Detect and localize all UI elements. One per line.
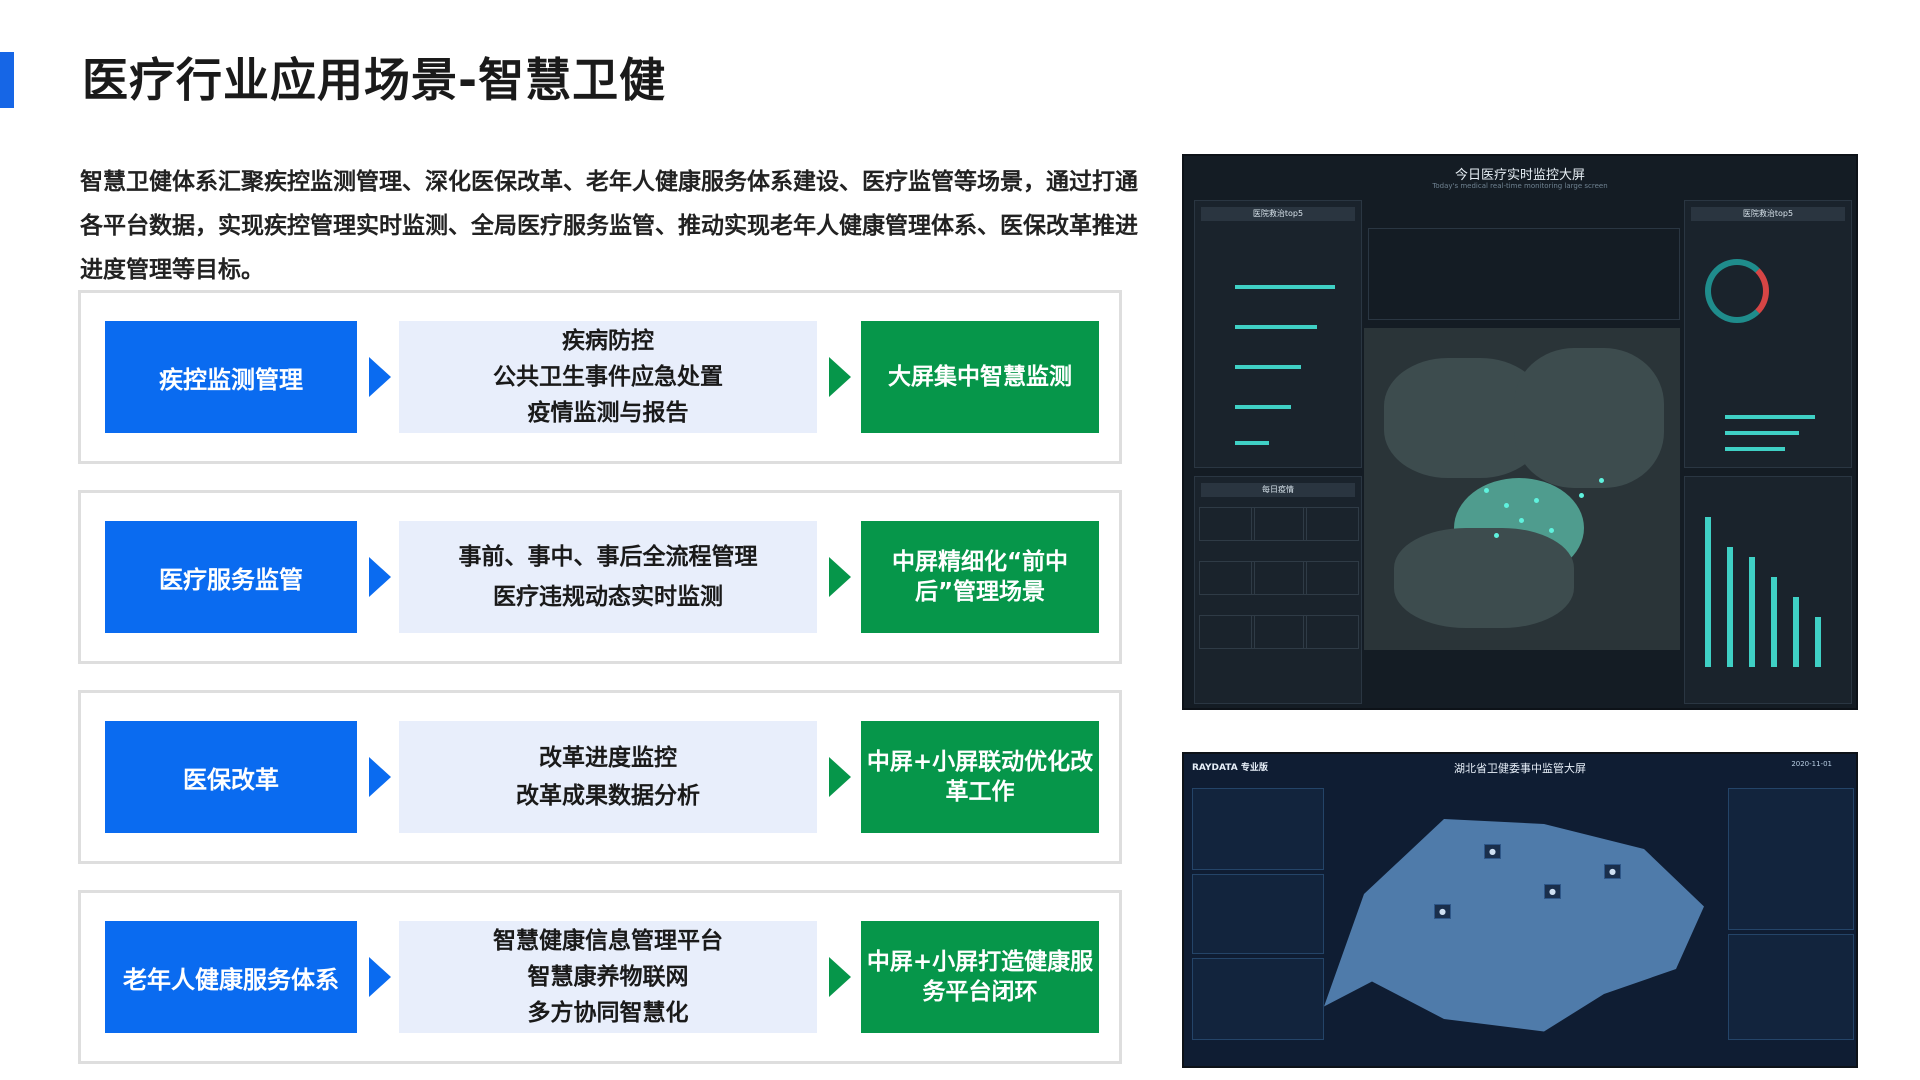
- dashboard-screenshot-supervision: RAYDATA 专业版 湖北省卫健委事中监管大屏 2020-11-01 ● ● …: [1182, 752, 1858, 1068]
- right-bar-panel: [1684, 476, 1852, 704]
- map-pin-icon: [1484, 488, 1489, 493]
- scenario-name-box: 疾控监测管理: [105, 321, 357, 433]
- arrow-right-icon: [369, 957, 391, 997]
- detail-line: 多方协同智慧化: [527, 1000, 689, 1026]
- scenario-row-1: 疾控监测管理 疾病防控 公共卫生事件应急处置 疫情监测与报告 大屏集中智慧监测: [78, 290, 1122, 464]
- arrow-right-icon: [369, 757, 391, 797]
- dashboard-title: 湖北省卫健委事中监管大屏: [1454, 762, 1586, 775]
- stat-tile: [1199, 615, 1255, 649]
- stat-tile: [1199, 507, 1255, 541]
- map-marker-icon: ●: [1484, 844, 1501, 859]
- bar-mark: [1235, 441, 1269, 445]
- daily-stats-panel: 每日疫情: [1194, 476, 1362, 704]
- bar-mark: [1725, 415, 1815, 419]
- arrow-right-icon: [369, 557, 391, 597]
- stat-tile: [1303, 615, 1359, 649]
- scenario-row-2: 医疗服务监管 事前、事中、事后全流程管理 医疗违规动态实时监测 中屏精细化“前中…: [78, 490, 1122, 664]
- detail-line: 改革成果数据分析: [516, 783, 700, 809]
- detail-line: 事前、事中、事后全流程管理: [458, 544, 758, 570]
- bar-mark: [1235, 325, 1317, 329]
- detail-line: 智慧康养物联网: [527, 964, 689, 990]
- left-chart-panel: 医院救治top5: [1194, 200, 1362, 468]
- arrow-right-icon: [829, 757, 851, 797]
- map-pin-icon: [1519, 518, 1524, 523]
- bar-mark: [1235, 405, 1291, 409]
- detail-line: 疫情监测与报告: [527, 400, 689, 426]
- bar-mark: [1235, 285, 1335, 289]
- scenario-result-box: 大屏集中智慧监测: [861, 321, 1099, 433]
- scenario-result-box: 中屏+小屏联动优化改革工作: [861, 721, 1099, 833]
- bar-mark: [1725, 431, 1799, 435]
- map-marker-icon: ●: [1544, 884, 1561, 899]
- scenario-detail-box: 智慧健康信息管理平台 智慧康养物联网 多方协同智慧化: [399, 921, 817, 1033]
- scenario-row-3: 医保改革 改革进度监控 改革成果数据分析 中屏+小屏联动优化改革工作: [78, 690, 1122, 864]
- map-marker-icon: ●: [1434, 904, 1451, 919]
- map-pin-icon: [1534, 498, 1539, 503]
- arrow-right-icon: [829, 557, 851, 597]
- map-pin-icon: [1504, 503, 1509, 508]
- panel-header: 每日疫情: [1201, 483, 1355, 497]
- map-region: [1394, 528, 1574, 628]
- province-map: [1324, 819, 1704, 1032]
- detail-line: 疾病防控: [562, 328, 654, 354]
- map-marker-icon: ●: [1604, 864, 1621, 879]
- arrow-right-icon: [829, 357, 851, 397]
- stat-tile: [1303, 507, 1359, 541]
- map-pin-icon: [1579, 493, 1584, 498]
- scenario-detail-box: 改革进度监控 改革成果数据分析: [399, 721, 817, 833]
- scenario-row-4: 老年人健康服务体系 智慧健康信息管理平台 智慧康养物联网 多方协同智慧化 中屏+…: [78, 890, 1122, 1064]
- panel-header: 医院救治top5: [1201, 207, 1355, 221]
- dashboard-subtitle: Today's medical real-time monitoring lar…: [1432, 182, 1608, 190]
- donut-panel: [1192, 958, 1324, 1040]
- table-panel: [1728, 788, 1854, 930]
- bar-mark: [1705, 517, 1711, 667]
- stat-tile: [1251, 561, 1307, 595]
- detail-line: 医疗违规动态实时监测: [493, 584, 723, 610]
- date-readout: 2020-11-01: [1791, 760, 1832, 768]
- scenario-result-box: 中屏精细化“前中后”管理场景: [861, 521, 1099, 633]
- stat-tile: [1199, 561, 1255, 595]
- city-map: [1364, 328, 1680, 650]
- gauge-ring: [1705, 259, 1769, 323]
- detail-line: 公共卫生事件应急处置: [493, 364, 723, 390]
- bar-mark: [1749, 557, 1755, 667]
- map-pin-icon: [1549, 528, 1554, 533]
- scenario-name-box: 医保改革: [105, 721, 357, 833]
- stat-tile: [1251, 615, 1307, 649]
- bar-mark: [1725, 447, 1785, 451]
- scenario-name-box: 老年人健康服务体系: [105, 921, 357, 1033]
- line-chart-panel: [1192, 788, 1324, 870]
- scenario-name-box: 医疗服务监管: [105, 521, 357, 633]
- bar-mark: [1815, 617, 1821, 667]
- scenario-detail-box: 疾病防控 公共卫生事件应急处置 疫情监测与报告: [399, 321, 817, 433]
- bar-mark: [1727, 547, 1733, 667]
- dashboard-title: 今日医疗实时监控大屏: [1454, 168, 1585, 183]
- detail-line: 改革进度监控: [539, 745, 677, 771]
- bar-chart-panel: [1192, 874, 1324, 954]
- bar-mark: [1771, 577, 1777, 667]
- map-region: [1514, 348, 1664, 488]
- bar-mark: [1235, 365, 1301, 369]
- arrow-right-icon: [369, 357, 391, 397]
- page-title: 医疗行业应用场景-智慧卫健: [82, 53, 667, 107]
- top-stats-strip: [1368, 228, 1680, 320]
- histogram-panel: [1728, 934, 1854, 1040]
- title-accent-bar: [0, 52, 14, 108]
- detail-line: 智慧健康信息管理平台: [493, 928, 723, 954]
- panel-header: 医院救治top5: [1691, 207, 1845, 221]
- scenario-detail-box: 事前、事中、事后全流程管理 医疗违规动态实时监测: [399, 521, 817, 633]
- map-pin-icon: [1494, 533, 1499, 538]
- stat-tile: [1303, 561, 1359, 595]
- scenario-result-box: 中屏+小屏打造健康服务平台闭环: [861, 921, 1099, 1033]
- arrow-right-icon: [829, 957, 851, 997]
- right-chart-panel: 医院救治top5: [1684, 200, 1852, 468]
- map-pin-icon: [1599, 478, 1604, 483]
- stat-tile: [1251, 507, 1307, 541]
- bar-mark: [1793, 597, 1799, 667]
- intro-paragraph: 智慧卫健体系汇聚疾控监测管理、深化医保改革、老年人健康服务体系建设、医疗监管等场…: [80, 169, 1138, 283]
- dashboard-screenshot-realtime: 今日医疗实时监控大屏 Today's medical real-time mon…: [1182, 154, 1858, 710]
